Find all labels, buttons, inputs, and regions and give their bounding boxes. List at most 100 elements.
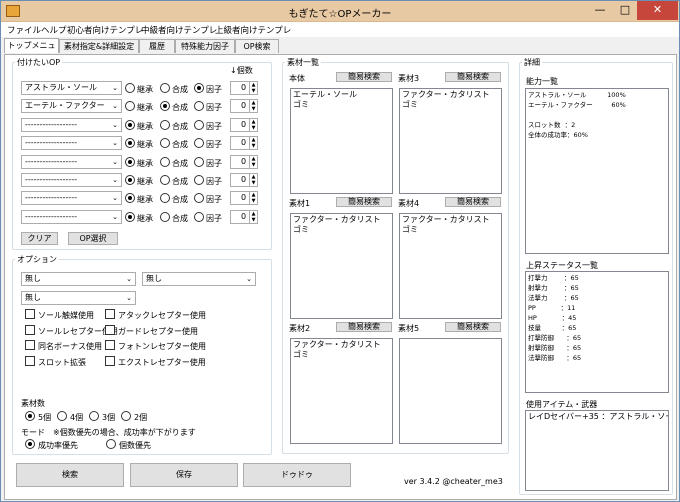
material-textbox[interactable]: ファクター・カタリスト ゴミ xyxy=(290,213,393,319)
dodo-button[interactable]: ドゥドゥ xyxy=(243,463,351,487)
stepper-arrows-icon[interactable]: ▲ ▼ xyxy=(249,192,257,205)
status-title: 上昇ステータス一覧 xyxy=(526,261,598,270)
menu-advanced-template[interactable]: 上級者向けテンプレ xyxy=(215,24,291,36)
mode-count-radio[interactable] xyxy=(106,439,116,449)
count-stepper[interactable]: 0 ▲ ▼ xyxy=(230,117,258,132)
factor-radio[interactable] xyxy=(194,156,204,167)
material-textbox[interactable]: ファクター・カタリスト ゴミ xyxy=(399,213,502,319)
material-count-radio[interactable] xyxy=(25,411,35,421)
quick-search-button[interactable]: 簡易検索 xyxy=(445,197,501,207)
synth-label: 合成 xyxy=(172,121,188,131)
material-textbox[interactable]: ファクター・カタリスト ゴミ xyxy=(399,88,502,194)
count-stepper[interactable]: 0 ▲ ▼ xyxy=(230,154,258,169)
count-stepper[interactable]: 0 ▲ ▼ xyxy=(230,99,258,114)
tab-material-settings[interactable]: 素材指定&詳細設定 xyxy=(59,39,139,53)
op-select[interactable]: ------------------ ⌄ xyxy=(21,136,122,151)
factor-label: 因子 xyxy=(206,103,222,113)
op-select-button[interactable]: OP選択 xyxy=(68,232,118,245)
inherit-label: 継承 xyxy=(137,140,153,150)
stepper-arrows-icon[interactable]: ▲ ▼ xyxy=(249,155,257,168)
synth-radio[interactable] xyxy=(160,211,170,222)
factor-radio[interactable] xyxy=(194,119,204,130)
stepper-arrows-icon[interactable]: ▲ ▼ xyxy=(249,210,257,223)
menu-beginner-template[interactable]: 初心者向けテンプレ xyxy=(67,24,143,36)
count-stepper[interactable]: 0 ▲ ▼ xyxy=(230,173,258,187)
stepper-arrows-icon[interactable]: ▲ ▼ xyxy=(249,82,257,94)
count-stepper[interactable]: 0 ▲ ▼ xyxy=(230,81,258,95)
option-select-3[interactable]: 無し ⌄ xyxy=(21,291,136,305)
op-select[interactable]: アストラル・ソール ⌄ xyxy=(21,81,122,95)
option-checkbox[interactable] xyxy=(25,324,35,335)
item-textbox[interactable]: レイDセイバー+35 ：アストラル・ソール xyxy=(525,410,669,491)
option-checkbox[interactable] xyxy=(105,340,115,350)
material-count-radio[interactable] xyxy=(57,411,67,421)
op-select[interactable]: ------------------ ⌄ xyxy=(21,173,122,187)
synth-radio[interactable] xyxy=(160,175,170,185)
stepper-arrows-icon[interactable]: ▲ ▼ xyxy=(249,174,257,186)
material-textbox[interactable]: エーテル・ソール ゴミ xyxy=(290,88,393,194)
tab-op-search[interactable]: OP検索 xyxy=(235,39,279,53)
inherit-radio[interactable] xyxy=(125,211,135,222)
op-select[interactable]: ------------------ ⌄ xyxy=(21,154,122,169)
tab-history[interactable]: 履歴 xyxy=(139,39,175,53)
option-checkbox[interactable] xyxy=(105,355,115,366)
clear-button[interactable]: クリア xyxy=(21,232,58,245)
quick-search-button[interactable]: 簡易検索 xyxy=(336,197,392,207)
quick-search-button[interactable]: 簡易検索 xyxy=(445,72,501,82)
tab-page: 付けたいOP ↓個数 アストラル・ソール ⌄ 継承 合成 因子 0 ▲ ▼ エーテル・ファクター… xyxy=(4,54,677,500)
synth-radio[interactable] xyxy=(160,83,170,93)
close-button[interactable]: ✕ xyxy=(637,1,678,20)
search-button[interactable]: 検索 xyxy=(16,463,124,487)
op-select[interactable]: ------------------ ⌄ xyxy=(21,209,122,224)
material-textbox[interactable] xyxy=(399,338,502,444)
inherit-radio[interactable] xyxy=(125,119,135,130)
synth-radio[interactable] xyxy=(160,119,170,130)
quick-search-button[interactable]: 簡易検索 xyxy=(336,72,392,82)
count-stepper[interactable]: 0 ▲ ▼ xyxy=(230,136,258,151)
tab-special-factor[interactable]: 特殊能力因子 xyxy=(175,39,235,53)
stepper-arrows-icon[interactable]: ▲ ▼ xyxy=(249,137,257,150)
op-select[interactable]: エーテル・ファクター ⌄ xyxy=(21,99,122,114)
menu-file[interactable]: ファイル xyxy=(7,24,41,36)
synth-radio[interactable] xyxy=(160,156,170,167)
menu-bar: ファイル ヘルプ 初心者向けテンプレ 中級者向けテンプレ 上級者向けテンプレ xyxy=(1,22,679,37)
option-checkbox[interactable] xyxy=(105,324,115,335)
option-checkbox[interactable] xyxy=(25,309,35,319)
status-textbox[interactable]: 打撃力 ：65 射撃力 ：65 法撃力 ：65 PP ：11 HP ：45 技量… xyxy=(525,271,669,393)
count-stepper[interactable]: 0 ▲ ▼ xyxy=(230,191,258,206)
tab-top-menu[interactable]: トップメニュー xyxy=(4,38,59,63)
maximize-button[interactable]: □ xyxy=(613,1,637,20)
minimize-button[interactable]: — xyxy=(587,1,613,20)
quick-search-button[interactable]: 簡易検索 xyxy=(336,322,392,332)
material-textbox[interactable]: ファクター・カタリスト ゴミ xyxy=(290,338,393,444)
factor-radio[interactable] xyxy=(194,83,204,93)
material-count-option: 2個 xyxy=(134,413,148,422)
inherit-radio[interactable] xyxy=(125,83,135,93)
option-checkbox[interactable] xyxy=(105,309,115,319)
window-title: もぎたて☆OPメーカー xyxy=(288,9,392,20)
option-checkbox[interactable] xyxy=(25,340,35,350)
option-checkbox[interactable] xyxy=(25,355,35,366)
option-select-2[interactable]: 無し ⌄ xyxy=(142,272,256,286)
mode-count-label: 個数優先 xyxy=(119,441,151,450)
factor-label: 因子 xyxy=(206,213,222,223)
material-count-radio[interactable] xyxy=(89,411,99,421)
op-select[interactable]: ------------------ ⌄ xyxy=(21,191,122,206)
inherit-radio[interactable] xyxy=(125,175,135,185)
menu-intermediate-template[interactable]: 中級者向けテンプレ xyxy=(141,24,217,36)
stepper-arrows-icon[interactable]: ▲ ▼ xyxy=(249,118,257,131)
ability-textbox[interactable]: アストラル・ソール 100% エーテル・ファクター 60% スロット数 ：2 全… xyxy=(525,88,669,254)
mode-success-radio[interactable] xyxy=(25,439,35,449)
quick-search-button[interactable]: 簡易検索 xyxy=(445,322,501,332)
option-select-1[interactable]: 無し ⌄ xyxy=(21,272,136,286)
stepper-arrows-icon[interactable]: ▲ ▼ xyxy=(249,100,257,113)
factor-radio[interactable] xyxy=(194,175,204,185)
save-button[interactable]: 保存 xyxy=(130,463,238,487)
op-select[interactable]: ------------------ ⌄ xyxy=(21,117,122,132)
menu-help[interactable]: ヘルプ xyxy=(41,24,67,36)
material-count-radio[interactable] xyxy=(121,411,131,421)
inherit-radio[interactable] xyxy=(125,156,135,167)
count-stepper[interactable]: 0 ▲ ▼ xyxy=(230,209,258,224)
factor-radio[interactable] xyxy=(194,211,204,222)
inherit-label: 継承 xyxy=(137,103,153,113)
